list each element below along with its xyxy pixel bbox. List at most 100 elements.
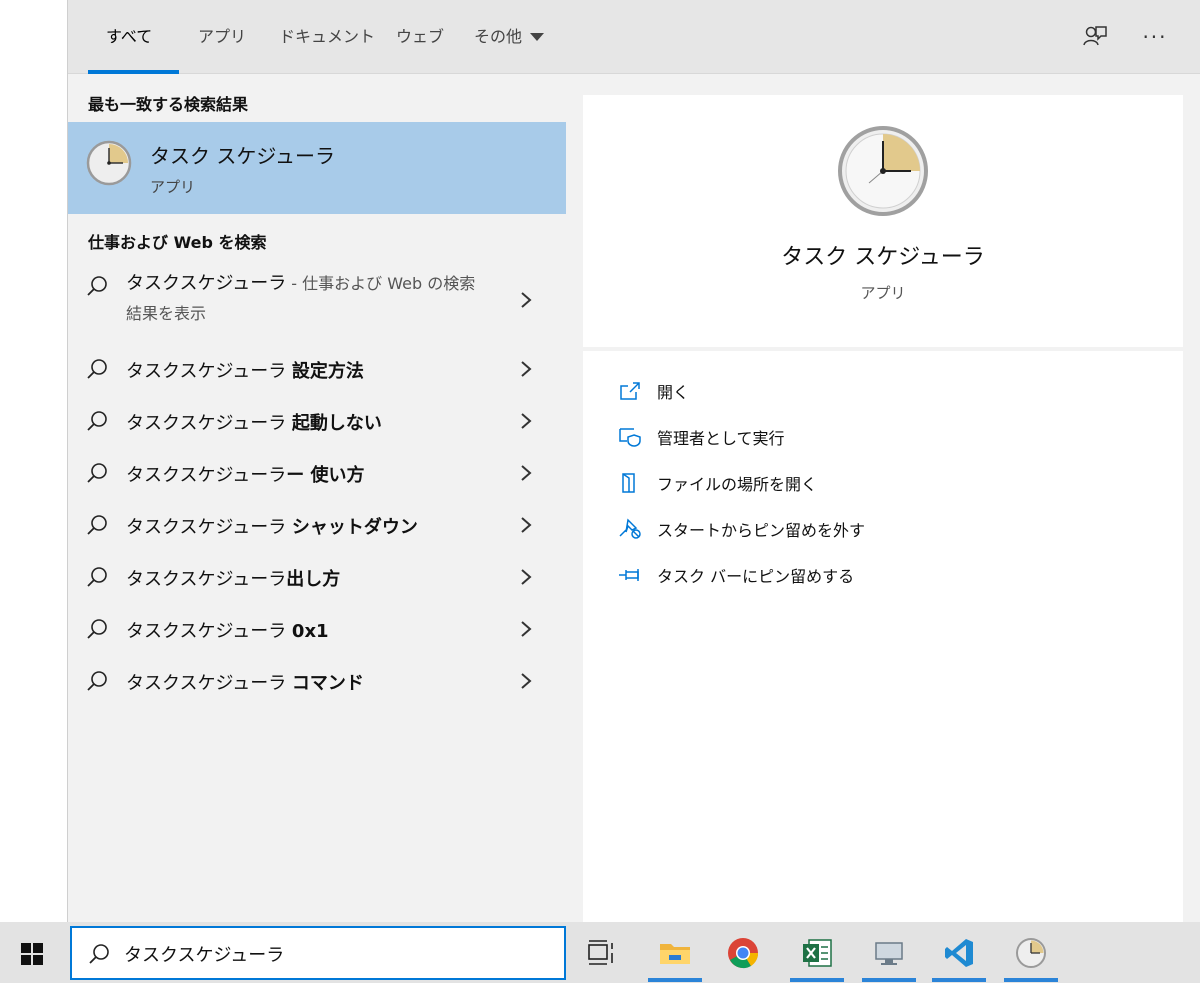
suggestion-prefix: タスクスケジューラ bbox=[126, 569, 287, 590]
task-view-icon[interactable] bbox=[574, 928, 628, 978]
best-match-subtitle: アプリ bbox=[150, 178, 196, 196]
best-match-result[interactable]: タスク スケジューラ アプリ bbox=[68, 122, 566, 214]
task-scheduler-icon bbox=[838, 126, 928, 216]
suggestion-item[interactable]: タスクスケジューラ 設定方法 bbox=[68, 344, 566, 394]
suggestion-item[interactable]: タスクスケジューラ 0x1 bbox=[68, 604, 566, 654]
more-options-icon[interactable]: ··· bbox=[1140, 22, 1170, 52]
suggestion-item[interactable]: タスクスケジューラー 使い方 bbox=[68, 448, 566, 498]
suggestion-prefix: タスクスケジューラ bbox=[126, 413, 292, 434]
action-unpin-from-start[interactable]: スタートからピン留めを外す bbox=[617, 514, 865, 544]
action-open-file-location[interactable]: ファイルの場所を開く bbox=[617, 468, 817, 498]
running-indicator bbox=[1004, 978, 1058, 982]
tab-more[interactable]: その他 bbox=[474, 0, 545, 74]
suggestion-prefix: タスクスケジューラ bbox=[126, 621, 292, 642]
app-actions-list: 開く 管理者として実行 ファイルの場所を開く スタートからピン留めを外す タスク… bbox=[583, 351, 1183, 922]
best-match-heading: 最も一致する検索結果 bbox=[88, 95, 249, 114]
task-scheduler-icon[interactable] bbox=[1004, 928, 1058, 982]
chevron-right-icon bbox=[521, 292, 532, 308]
running-indicator bbox=[648, 978, 702, 982]
web-result-text: タスクスケジューラ - 仕事および Web の検索 bbox=[126, 269, 475, 295]
admin-shield-icon bbox=[617, 424, 643, 450]
tab-label: その他 bbox=[474, 27, 523, 46]
chevron-right-icon bbox=[521, 673, 532, 689]
search-icon bbox=[87, 619, 107, 639]
pin-taskbar-icon bbox=[617, 562, 643, 588]
suggestion-bold: 出し方 bbox=[286, 569, 341, 590]
search-icon bbox=[87, 515, 107, 535]
taskbar-search-box[interactable] bbox=[70, 926, 566, 980]
windows-start-icon[interactable] bbox=[20, 942, 44, 966]
suggestion-text: タスクスケジューラ 起動しない bbox=[126, 409, 382, 435]
web-result-item[interactable]: タスクスケジューラ - 仕事および Web の検索 結果を表示 bbox=[68, 265, 566, 333]
suggestion-bold: 0x1 bbox=[291, 621, 329, 642]
suggestion-text: タスクスケジューラ 0x1 bbox=[126, 617, 329, 643]
app-detail-card: タスク スケジューラ アプリ bbox=[583, 95, 1183, 347]
suggestion-item[interactable]: タスクスケジューラ シャットダウン bbox=[68, 500, 566, 550]
search-icon bbox=[87, 359, 107, 379]
best-match-title: タスク スケジューラ bbox=[150, 144, 335, 168]
action-pin-to-taskbar[interactable]: タスク バーにピン留めする bbox=[617, 560, 854, 590]
suggestion-text: タスクスケジューラー 使い方 bbox=[126, 461, 364, 487]
tab-label: ドキュメント bbox=[279, 27, 376, 46]
suggestion-text: タスクスケジューラ 設定方法 bbox=[126, 357, 364, 383]
running-indicator bbox=[932, 978, 986, 982]
action-label: ファイルの場所を開く bbox=[657, 475, 818, 494]
tab-all[interactable]: すべて bbox=[106, 0, 152, 74]
search-icon bbox=[87, 671, 107, 691]
suggestion-text: タスクスケジューラ コマンド bbox=[126, 669, 364, 695]
running-indicator bbox=[790, 978, 844, 982]
action-run-as-admin[interactable]: 管理者として実行 bbox=[617, 422, 785, 452]
remote-desktop-icon[interactable] bbox=[862, 928, 916, 982]
chevron-right-icon bbox=[521, 413, 532, 429]
file-explorer-icon[interactable] bbox=[648, 928, 702, 982]
tab-documents[interactable]: ドキュメント bbox=[279, 0, 375, 74]
suggestion-item[interactable]: タスクスケジューラ コマンド bbox=[68, 656, 566, 706]
suggestion-prefix: タスクスケジューラ bbox=[126, 361, 292, 382]
running-indicator bbox=[862, 978, 916, 982]
chevron-right-icon bbox=[521, 569, 532, 585]
suggestion-bold: コマンド bbox=[291, 673, 364, 694]
desktop-background-strip bbox=[0, 0, 68, 922]
search-tabs: すべて アプリ ドキュメント ウェブ その他 ··· bbox=[68, 0, 1200, 74]
search-flyout: すべて アプリ ドキュメント ウェブ その他 ··· 最も一致する検索結果 タス… bbox=[68, 0, 1200, 922]
suggestion-text: タスクスケジューラ シャットダウン bbox=[126, 513, 418, 539]
file-location-icon bbox=[617, 470, 643, 496]
suggestion-text: タスクスケジューラ出し方 bbox=[126, 565, 340, 591]
caret-down-icon bbox=[530, 33, 545, 41]
web-result-line2: 結果を表示 bbox=[126, 304, 207, 323]
chevron-right-icon bbox=[521, 361, 532, 377]
action-label: スタートからピン留めを外す bbox=[657, 521, 866, 540]
excel-icon[interactable] bbox=[790, 928, 844, 982]
open-icon bbox=[617, 378, 643, 404]
tab-apps[interactable]: アプリ bbox=[198, 0, 246, 74]
suggestion-prefix: タスクスケジューラ bbox=[126, 465, 287, 486]
tab-label: ウェブ bbox=[396, 27, 445, 46]
search-icon bbox=[87, 463, 107, 483]
search-icon bbox=[89, 944, 109, 964]
suggestion-bold: 起動しない bbox=[291, 413, 382, 434]
more-options-label: ··· bbox=[1142, 25, 1168, 49]
search-input[interactable] bbox=[124, 938, 544, 970]
feedback-icon[interactable] bbox=[1080, 22, 1110, 52]
chevron-right-icon bbox=[521, 621, 532, 637]
search-icon bbox=[87, 567, 107, 587]
web-result-query: タスクスケジューラ bbox=[126, 273, 287, 294]
suggestion-prefix: タスクスケジューラ bbox=[126, 673, 292, 694]
active-tab-indicator bbox=[88, 70, 179, 74]
tab-label: アプリ bbox=[198, 27, 247, 46]
web-result-suffix: - 仕事および Web の検索 bbox=[286, 274, 476, 293]
action-label: 管理者として実行 bbox=[657, 429, 785, 448]
tab-label: すべて bbox=[106, 27, 153, 46]
app-detail-subtitle: アプリ bbox=[860, 284, 906, 302]
suggestion-item[interactable]: タスクスケジューラ出し方 bbox=[68, 552, 566, 602]
unpin-start-icon bbox=[617, 516, 643, 542]
search-icon bbox=[87, 276, 107, 296]
vscode-icon[interactable] bbox=[932, 928, 986, 982]
suggestion-item[interactable]: タスクスケジューラ 起動しない bbox=[68, 396, 566, 446]
chrome-icon[interactable] bbox=[716, 928, 770, 978]
taskbar bbox=[0, 922, 1200, 983]
task-scheduler-icon bbox=[86, 140, 132, 186]
chevron-right-icon bbox=[521, 517, 532, 533]
action-open[interactable]: 開く bbox=[617, 376, 689, 406]
tab-web[interactable]: ウェブ bbox=[396, 0, 444, 74]
